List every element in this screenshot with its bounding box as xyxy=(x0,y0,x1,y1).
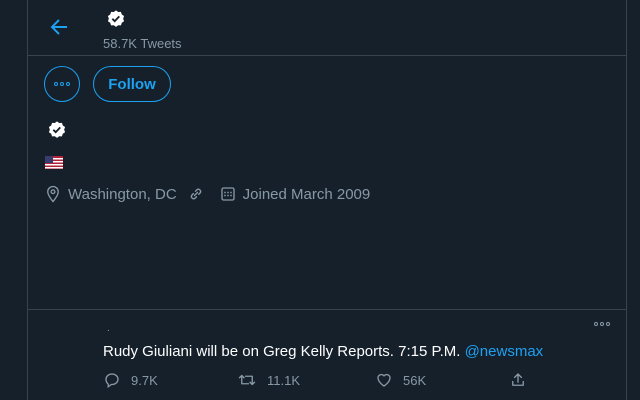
tweet-text: Rudy Giuliani will be on Greg Kelly Repo… xyxy=(103,343,543,360)
follow-button[interactable]: Follow xyxy=(93,66,171,102)
tweet-body: Rudy Giuliani will be on Greg Kelly Repo… xyxy=(103,343,461,360)
more-icon xyxy=(54,82,58,86)
retweet-button[interactable]: 11.1K xyxy=(237,371,300,389)
location-text: Washington, DC xyxy=(68,185,177,203)
like-button[interactable]: 56K xyxy=(375,371,426,389)
verified-badge-icon xyxy=(46,120,68,142)
retweet-count: 11.1K xyxy=(267,372,301,388)
tweet-mention-link[interactable]: @newsmax xyxy=(465,343,544,360)
us-flag-icon xyxy=(45,156,63,169)
heart-icon xyxy=(377,373,391,387)
calendar-icon xyxy=(219,185,237,203)
retweet-icon xyxy=(238,374,256,386)
link-icon[interactable] xyxy=(187,185,205,203)
section-divider xyxy=(28,309,626,310)
profile-meta: Washington, DC Joined March 2009 xyxy=(44,183,370,205)
reply-icon xyxy=(105,373,119,389)
reply-count: 9.7K xyxy=(131,372,158,388)
tweet-author-dot: . xyxy=(107,323,110,334)
back-arrow-icon[interactable] xyxy=(47,15,71,39)
tweet-actions: 9.7K 11.1K 56K xyxy=(103,371,533,391)
joined-date: Joined March 2009 xyxy=(242,185,371,203)
tweet-more-button[interactable] xyxy=(593,322,611,326)
profile-column: 58.7K Tweets Follow Washington, DC Joine… xyxy=(27,0,627,400)
tweets-count: 58.7K Tweets xyxy=(103,36,182,51)
more-icon xyxy=(594,322,598,326)
reply-button[interactable]: 9.7K xyxy=(103,371,158,389)
header-divider xyxy=(28,55,626,56)
location-pin-icon xyxy=(44,185,62,203)
like-count: 56K xyxy=(403,372,427,388)
share-button[interactable] xyxy=(509,371,527,389)
verified-badge-icon xyxy=(105,9,127,31)
share-icon xyxy=(512,373,524,386)
more-options-button[interactable] xyxy=(44,66,80,102)
